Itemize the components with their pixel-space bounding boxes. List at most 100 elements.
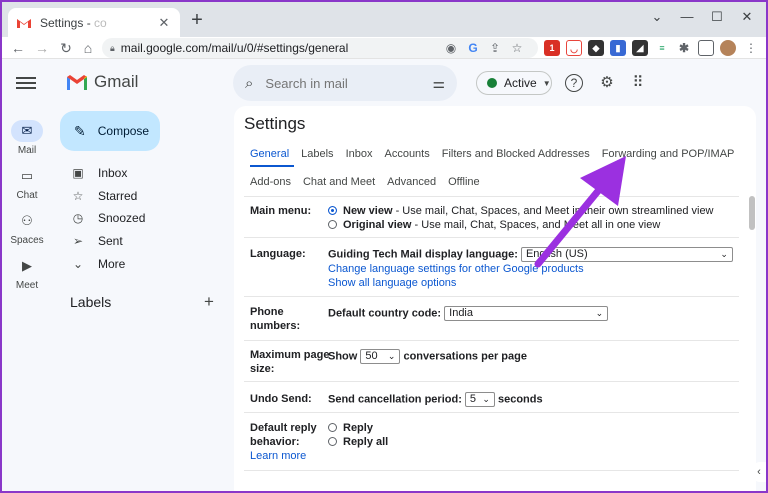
show-label: Show — [328, 350, 358, 363]
browser-tab[interactable]: Settings - co ✕ — [8, 8, 180, 37]
browser-window: Settings - co ✕ + ⌄ — ☐ ✕ ← → ↻ ⌂ 🔒︎ mai… — [2, 2, 766, 491]
tab-search-icon[interactable]: ⌄ — [642, 6, 672, 28]
home-icon[interactable]: ⌂ — [78, 38, 98, 58]
nav-item-snoozed[interactable]: ◷ Snoozed — [62, 207, 222, 229]
browser-toolbar: ← → ↻ ⌂ 🔒︎ mail.google.com/mail/u/0/#set… — [2, 37, 766, 59]
rail-item-mail[interactable]: ✉ Mail — [2, 120, 52, 156]
close-window-button[interactable]: ✕ — [732, 6, 762, 28]
side-panel-icon[interactable] — [698, 40, 714, 56]
search-options-icon[interactable]: ⚌ — [432, 75, 445, 92]
rail-label: Chat — [16, 190, 38, 201]
gmail-m-icon — [67, 74, 87, 90]
side-panel-toggle[interactable]: ‹ — [752, 462, 766, 482]
phone-label: Phone numbers: — [250, 306, 301, 332]
compose-button[interactable]: ✎ Compose — [60, 111, 160, 151]
radio-reply-all[interactable] — [328, 437, 337, 446]
help-icon[interactable]: ? — [565, 74, 583, 92]
tab-accounts[interactable]: Accounts — [384, 148, 429, 160]
rail-item-chat[interactable]: ▭ Chat — [2, 165, 52, 201]
add-label-button[interactable]: + — [204, 292, 214, 312]
reply-option[interactable]: Reply — [328, 421, 373, 435]
learn-more-link[interactable]: Learn more — [250, 449, 306, 463]
reload-icon[interactable]: ↻ — [56, 38, 76, 58]
status-dropdown[interactable]: Active ▼ — [476, 71, 552, 95]
scrollbar-thumb[interactable] — [749, 196, 755, 230]
rail-item-meet[interactable]: ▶ Meet — [2, 255, 52, 291]
search-icon[interactable]: ⌕ — [245, 75, 253, 92]
gmail-logo[interactable]: Gmail — [66, 72, 138, 92]
new-view-title: New view — [343, 205, 393, 217]
status-label: Active — [504, 76, 537, 90]
tab-chat-meet[interactable]: Chat and Meet — [303, 176, 375, 188]
nav-item-inbox[interactable]: ▣ Inbox — [62, 162, 222, 184]
language-label: Language: — [250, 248, 306, 260]
app-rail: ✉ Mail ▭ Chat ⚇ Spaces ▶ Meet — [2, 60, 52, 491]
radio-original-view[interactable] — [328, 220, 337, 229]
settings-tabs-row2: Add-ons Chat and Meet Advanced Offline — [250, 176, 492, 188]
url-text: mail.google.com/mail/u/0/#settings/gener… — [120, 41, 349, 55]
spaces-icon: ⚇ — [21, 213, 33, 228]
menu-kebab-icon[interactable]: ⋮ — [742, 38, 760, 58]
radio-new-view[interactable] — [328, 206, 337, 215]
hamburger-menu-icon[interactable] — [16, 74, 36, 90]
tab-offline[interactable]: Offline — [448, 176, 480, 188]
extension-icon-6[interactable]: ≡ — [654, 40, 670, 56]
tab-close-icon[interactable]: ✕ — [156, 15, 172, 31]
page-size-select[interactable]: 50 ⌄ — [360, 349, 401, 364]
tab-addons[interactable]: Add-ons — [250, 176, 291, 188]
puzzle-icon[interactable]: ✱ — [676, 40, 692, 56]
tab-advanced[interactable]: Advanced — [387, 176, 436, 188]
nav-item-label: Inbox — [98, 166, 128, 180]
nav-item-sent[interactable]: ➢ Sent — [62, 230, 222, 252]
compose-label: Compose — [97, 124, 150, 138]
tab-general[interactable]: General — [250, 148, 289, 160]
back-icon[interactable]: ← — [8, 38, 28, 58]
google-icon[interactable]: G — [464, 38, 482, 58]
original-view-title: Original view — [343, 219, 412, 231]
chevron-down-icon: ⌄ — [482, 394, 490, 404]
tab-title: Settings - co — [40, 15, 107, 30]
lock-icon: 🔒︎ — [110, 42, 115, 53]
nav-item-more[interactable]: ⌄ More — [62, 253, 222, 275]
nav-item-label: Starred — [98, 189, 138, 203]
country-code-label: Default country code: — [328, 307, 442, 320]
search-bar: ⌕ ⚌ — [233, 65, 457, 101]
rail-label: Mail — [17, 145, 37, 156]
status-dot — [487, 78, 497, 88]
profile-avatar[interactable] — [720, 40, 736, 56]
pocket-icon[interactable]: ◡ — [566, 40, 582, 56]
forward-icon[interactable]: → — [32, 38, 52, 58]
main-menu-label: Main menu: — [250, 205, 312, 217]
rail-item-spaces[interactable]: ⚇ Spaces — [2, 210, 52, 246]
gear-icon[interactable]: ⚙ — [596, 72, 618, 94]
bitwarden-icon[interactable]: ▮ — [610, 40, 626, 56]
radio-reply[interactable] — [328, 423, 337, 432]
show-all-languages-link[interactable]: Show all language options — [328, 276, 456, 290]
tab-labels[interactable]: Labels — [301, 148, 333, 160]
extension-icon-1[interactable]: 1 — [544, 40, 560, 56]
new-view-option[interactable]: New view - Use mail, Chat, Spaces, and M… — [328, 204, 714, 218]
page-size-selected: 50 — [365, 350, 378, 362]
apps-grid-icon[interactable]: ⠿ — [627, 72, 649, 94]
nav-item-starred[interactable]: ☆ Starred — [62, 185, 222, 207]
extension-icon-5[interactable]: ◢ — [632, 40, 648, 56]
minimize-button[interactable]: — — [672, 6, 702, 28]
reply-all-option[interactable]: Reply all — [328, 435, 388, 449]
maximize-button[interactable]: ☐ — [702, 6, 732, 28]
active-tab-underline — [250, 165, 294, 167]
country-code-select[interactable]: India ⌄ — [444, 306, 609, 321]
undo-send-label: Undo Send: — [250, 393, 312, 405]
gmail-logo-text: Gmail — [94, 72, 139, 91]
undo-send-row: Send cancellation period: 5 ⌄ seconds — [328, 392, 543, 407]
cancellation-period-select[interactable]: 5 ⌄ — [464, 392, 495, 407]
new-tab-button[interactable]: + — [186, 10, 208, 32]
share-icon[interactable]: ⇪ — [486, 38, 504, 58]
extension-icon-3[interactable]: ◆ — [588, 40, 604, 56]
search-input[interactable] — [265, 75, 433, 91]
tab-inbox[interactable]: Inbox — [346, 148, 373, 160]
page-title: Settings — [244, 114, 306, 133]
divider — [244, 412, 739, 413]
bookmark-star-icon[interactable]: ☆ — [508, 38, 526, 58]
eye-icon[interactable]: ◉ — [442, 38, 460, 58]
reply-behavior-label: Default reply behavior: — [250, 422, 317, 448]
